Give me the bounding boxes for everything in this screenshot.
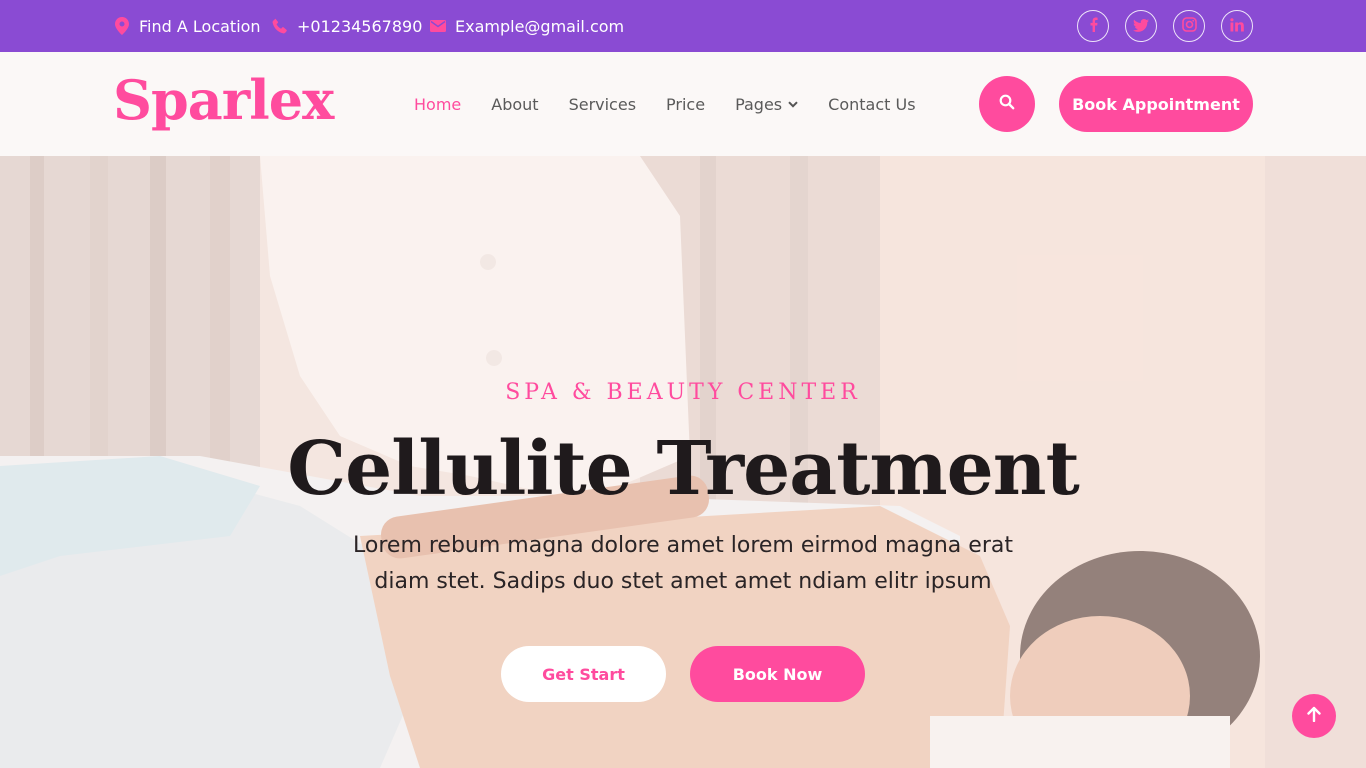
phone-text: +01234567890: [297, 16, 423, 36]
email-link[interactable]: Example@gmail.com: [429, 0, 624, 52]
facebook-icon: [1089, 17, 1098, 36]
social-links: [1077, 10, 1253, 42]
hero-kicker: SPA & BEAUTY CENTER: [505, 380, 861, 405]
location-link[interactable]: Find A Location: [113, 0, 261, 52]
book-appointment-button[interactable]: Book Appointment: [1059, 76, 1253, 132]
back-to-top-button[interactable]: [1292, 694, 1336, 738]
phone-icon: [271, 17, 289, 35]
email-text: Example@gmail.com: [455, 16, 625, 36]
navbar: Sparlex Home About Services Price Pages …: [0, 52, 1366, 156]
main-menu: Home About Services Price Pages Contact …: [414, 52, 916, 156]
nav-home[interactable]: Home: [414, 95, 461, 114]
site-logo[interactable]: Sparlex: [113, 68, 334, 132]
nav-services[interactable]: Services: [569, 95, 636, 114]
arrow-up-icon: [1307, 706, 1321, 726]
nav-pages-label: Pages: [735, 94, 783, 114]
twitter-button[interactable]: [1125, 10, 1157, 42]
search-icon: [999, 94, 1015, 114]
linkedin-button[interactable]: [1221, 10, 1253, 42]
hero-title: Cellulite Treatment: [287, 426, 1080, 512]
nav-pages-dropdown[interactable]: Pages: [735, 95, 798, 114]
book-now-button[interactable]: Book Now: [690, 646, 865, 702]
location-text: Find A Location: [139, 16, 261, 36]
facebook-button[interactable]: [1077, 10, 1109, 42]
hero-section: SPA & BEAUTY CENTER Cellulite Treatment …: [0, 156, 1366, 768]
nav-contact[interactable]: Contact Us: [828, 95, 915, 114]
phone-link[interactable]: +01234567890: [271, 0, 422, 52]
search-button[interactable]: [979, 76, 1035, 132]
chevron-down-icon: [788, 100, 798, 108]
get-start-button[interactable]: Get Start: [501, 646, 666, 702]
linkedin-icon: [1230, 17, 1244, 36]
twitter-icon: [1133, 17, 1149, 36]
hero-subtitle: Lorem rebum magna dolore amet lorem eirm…: [353, 533, 1013, 594]
instagram-icon: [1181, 16, 1197, 36]
instagram-button[interactable]: [1173, 10, 1205, 42]
nav-about[interactable]: About: [491, 95, 538, 114]
map-marker-icon: [113, 17, 131, 35]
envelope-icon: [429, 17, 447, 35]
topbar: Find A Location +01234567890 Example@gma…: [0, 0, 1366, 52]
nav-price[interactable]: Price: [666, 95, 705, 114]
